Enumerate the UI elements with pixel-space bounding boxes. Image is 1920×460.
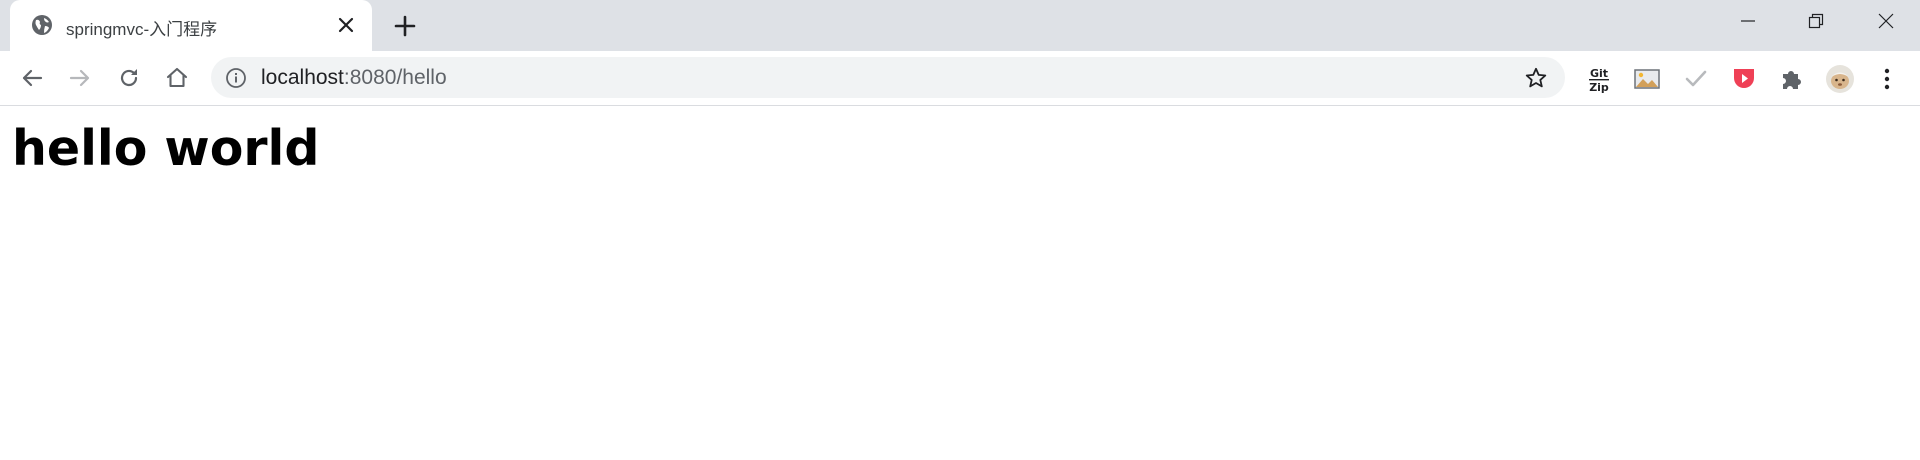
gitzip-icon[interactable]: Git Zip bbox=[1581, 61, 1615, 95]
forward-button[interactable] bbox=[63, 61, 97, 95]
globe-icon bbox=[31, 14, 53, 36]
close-icon[interactable] bbox=[336, 15, 356, 35]
plus-icon[interactable] bbox=[392, 13, 418, 39]
toolbar: localhost:8080/hello Git Zip bbox=[0, 51, 1920, 106]
url-host: localhost bbox=[261, 66, 344, 89]
checkmark-icon[interactable] bbox=[1678, 61, 1712, 95]
page-content: hello world bbox=[0, 106, 1920, 460]
arrow-right-icon bbox=[69, 69, 90, 87]
back-button[interactable] bbox=[15, 61, 49, 95]
gitzip-label-top: Git bbox=[1590, 67, 1608, 80]
menu-dots-icon[interactable] bbox=[1869, 61, 1903, 95]
tab-active[interactable]: springmvc-入门程序 bbox=[10, 0, 372, 51]
info-icon[interactable] bbox=[225, 67, 247, 89]
puzzle-icon[interactable] bbox=[1774, 61, 1808, 95]
url-path: :8080/hello bbox=[343, 66, 447, 89]
tab-strip: springmvc-入门程序 bbox=[0, 0, 1920, 51]
avatar[interactable] bbox=[1822, 61, 1856, 95]
url-text[interactable]: localhost:8080/hello bbox=[261, 66, 447, 90]
minimize-icon bbox=[1741, 20, 1755, 22]
tab-title: springmvc-入门程序 bbox=[66, 20, 218, 39]
minimize-button[interactable] bbox=[1714, 0, 1782, 42]
image-icon[interactable] bbox=[1629, 61, 1663, 95]
reload-button[interactable] bbox=[112, 61, 146, 95]
restore-icon bbox=[1808, 13, 1824, 29]
gitzip-label-bottom: Zip bbox=[1589, 81, 1609, 93]
reload-icon bbox=[120, 69, 138, 87]
home-button[interactable] bbox=[160, 61, 194, 95]
home-icon bbox=[166, 67, 188, 88]
star-icon[interactable] bbox=[1524, 66, 1548, 90]
page-heading: hello world bbox=[12, 120, 320, 177]
address-bar[interactable]: localhost:8080/hello bbox=[211, 57, 1565, 98]
pocket-icon[interactable] bbox=[1726, 61, 1760, 95]
restore-button[interactable] bbox=[1782, 0, 1850, 42]
window-close-button[interactable] bbox=[1852, 0, 1920, 42]
arrow-left-icon bbox=[22, 69, 43, 87]
close-icon bbox=[1878, 13, 1894, 29]
